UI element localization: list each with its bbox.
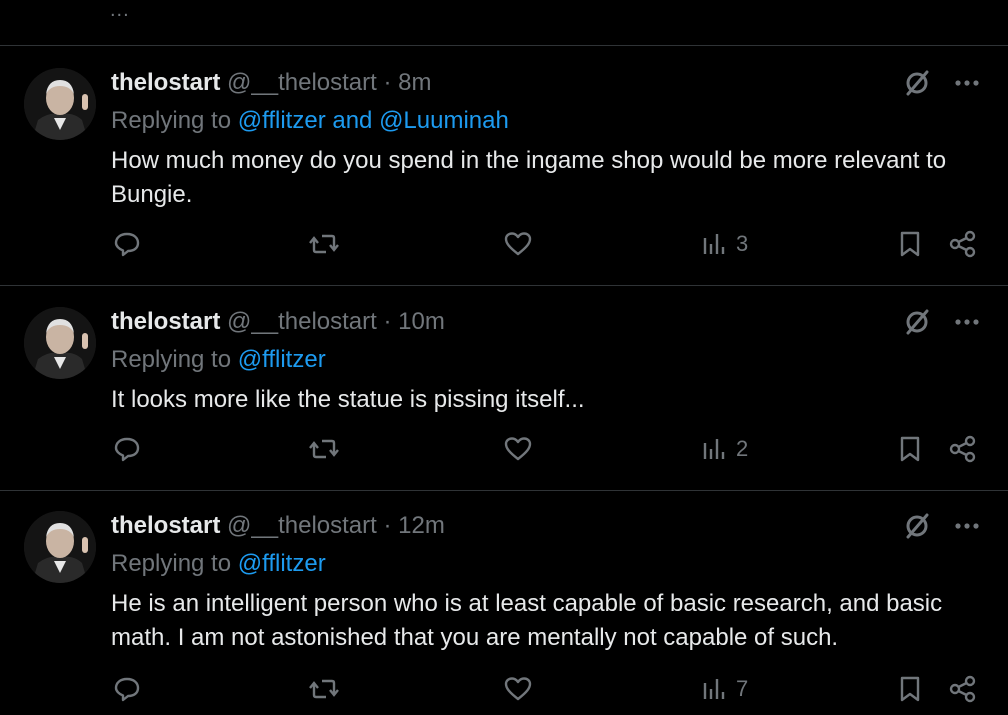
views-button[interactable]: 3 — [702, 230, 748, 258]
display-name[interactable]: thelostart — [111, 512, 220, 539]
handle[interactable]: @__thelostart — [227, 69, 377, 96]
share-icon — [948, 435, 978, 463]
bookmark-icon — [898, 230, 922, 258]
share-button[interactable] — [948, 230, 978, 258]
reply-button[interactable] — [113, 675, 141, 703]
replying-to-link[interactable]: @fflitzer — [238, 550, 326, 577]
tweet-top-icons — [902, 511, 980, 541]
replying-to: Replying to @fflitzer and @Luuminah — [111, 106, 509, 136]
tweet-text: How much money do you spend in the ingam… — [111, 147, 947, 208]
replying-to-link[interactable]: @fflitzer — [238, 346, 326, 373]
repost-icon — [308, 230, 340, 258]
bookmark-icon — [898, 675, 922, 703]
grok-icon[interactable] — [902, 511, 932, 541]
like-icon — [503, 230, 533, 258]
share-button[interactable] — [948, 675, 978, 703]
repost-icon — [308, 435, 340, 463]
tweet-header: thelostart @__thelostart · 12m — [111, 511, 445, 541]
tweet-header: thelostart @__thelostart · 8m — [111, 68, 432, 98]
share-button[interactable] — [948, 435, 978, 463]
replying-to: Replying to @fflitzer — [111, 549, 326, 579]
views-icon — [702, 230, 728, 258]
tweet-text: He is an intelligent person who is at le… — [111, 590, 943, 651]
tweet-3[interactable]: thelostart @__thelostart · 12m Replying … — [0, 511, 1008, 710]
replying-prefix: Replying to — [111, 346, 232, 373]
divider — [0, 285, 1008, 286]
handle[interactable]: @__thelostart — [227, 308, 377, 335]
tweet-header: thelostart @__thelostart · 10m — [111, 307, 445, 337]
repost-button[interactable] — [308, 435, 340, 463]
tweet-actions: 7 — [0, 675, 1008, 715]
reply-button[interactable] — [113, 230, 141, 258]
replying-prefix: Replying to — [111, 550, 232, 577]
reply-icon — [113, 435, 141, 463]
tweet-2[interactable]: thelostart @__thelostart · 10m Replying … — [0, 307, 1008, 489]
avatar[interactable] — [24, 68, 96, 140]
bookmark-button[interactable] — [898, 230, 922, 258]
tweet-top-icons — [902, 68, 980, 98]
more-icon[interactable] — [954, 317, 980, 327]
timestamp[interactable]: 10m — [398, 308, 445, 335]
divider — [0, 45, 1008, 46]
like-icon — [503, 675, 533, 703]
repost-icon — [308, 675, 340, 703]
handle[interactable]: @__thelostart — [227, 512, 377, 539]
reply-button[interactable] — [113, 435, 141, 463]
like-button[interactable] — [503, 230, 533, 258]
repost-button[interactable] — [308, 675, 340, 703]
thread-ellipsis[interactable]: ... — [110, 0, 130, 20]
replying-prefix: Replying to — [111, 107, 232, 134]
tweet-actions: 3 — [0, 230, 1008, 270]
tweet-actions: 2 — [0, 435, 1008, 475]
replying-to-link[interactable]: @fflitzer and @Luuminah — [238, 107, 509, 134]
like-button[interactable] — [503, 675, 533, 703]
display-name[interactable]: thelostart — [111, 308, 220, 335]
grok-icon[interactable] — [902, 68, 932, 98]
separator: · — [383, 308, 392, 335]
tweet-text: It looks more like the statue is pissing… — [111, 386, 585, 413]
divider — [0, 490, 1008, 491]
tweet-top-icons — [902, 307, 980, 337]
reply-icon — [113, 230, 141, 258]
bookmark-button[interactable] — [898, 435, 922, 463]
views-count: 7 — [736, 676, 749, 701]
like-icon — [503, 435, 533, 463]
views-icon — [702, 675, 728, 703]
views-button[interactable]: 2 — [702, 435, 748, 463]
tweet-1[interactable]: thelostart @__thelostart · 8m Replying t… — [0, 68, 1008, 284]
timestamp[interactable]: 12m — [398, 512, 445, 539]
views-icon — [702, 435, 728, 463]
display-name[interactable]: thelostart — [111, 69, 220, 96]
separator: · — [383, 69, 392, 96]
avatar[interactable] — [24, 307, 96, 379]
timestamp[interactable]: 8m — [398, 69, 431, 96]
views-count: 2 — [736, 436, 749, 461]
bookmark-icon — [898, 435, 922, 463]
views-count: 3 — [736, 231, 749, 256]
avatar[interactable] — [24, 511, 96, 583]
more-icon[interactable] — [954, 78, 980, 88]
views-button[interactable]: 7 — [702, 675, 748, 703]
more-icon[interactable] — [954, 521, 980, 531]
share-icon — [948, 675, 978, 703]
reply-icon — [113, 675, 141, 703]
like-button[interactable] — [503, 435, 533, 463]
grok-icon[interactable] — [902, 307, 932, 337]
separator: · — [383, 512, 392, 539]
repost-button[interactable] — [308, 230, 340, 258]
bookmark-button[interactable] — [898, 675, 922, 703]
share-icon — [948, 230, 978, 258]
replying-to: Replying to @fflitzer — [111, 345, 326, 375]
